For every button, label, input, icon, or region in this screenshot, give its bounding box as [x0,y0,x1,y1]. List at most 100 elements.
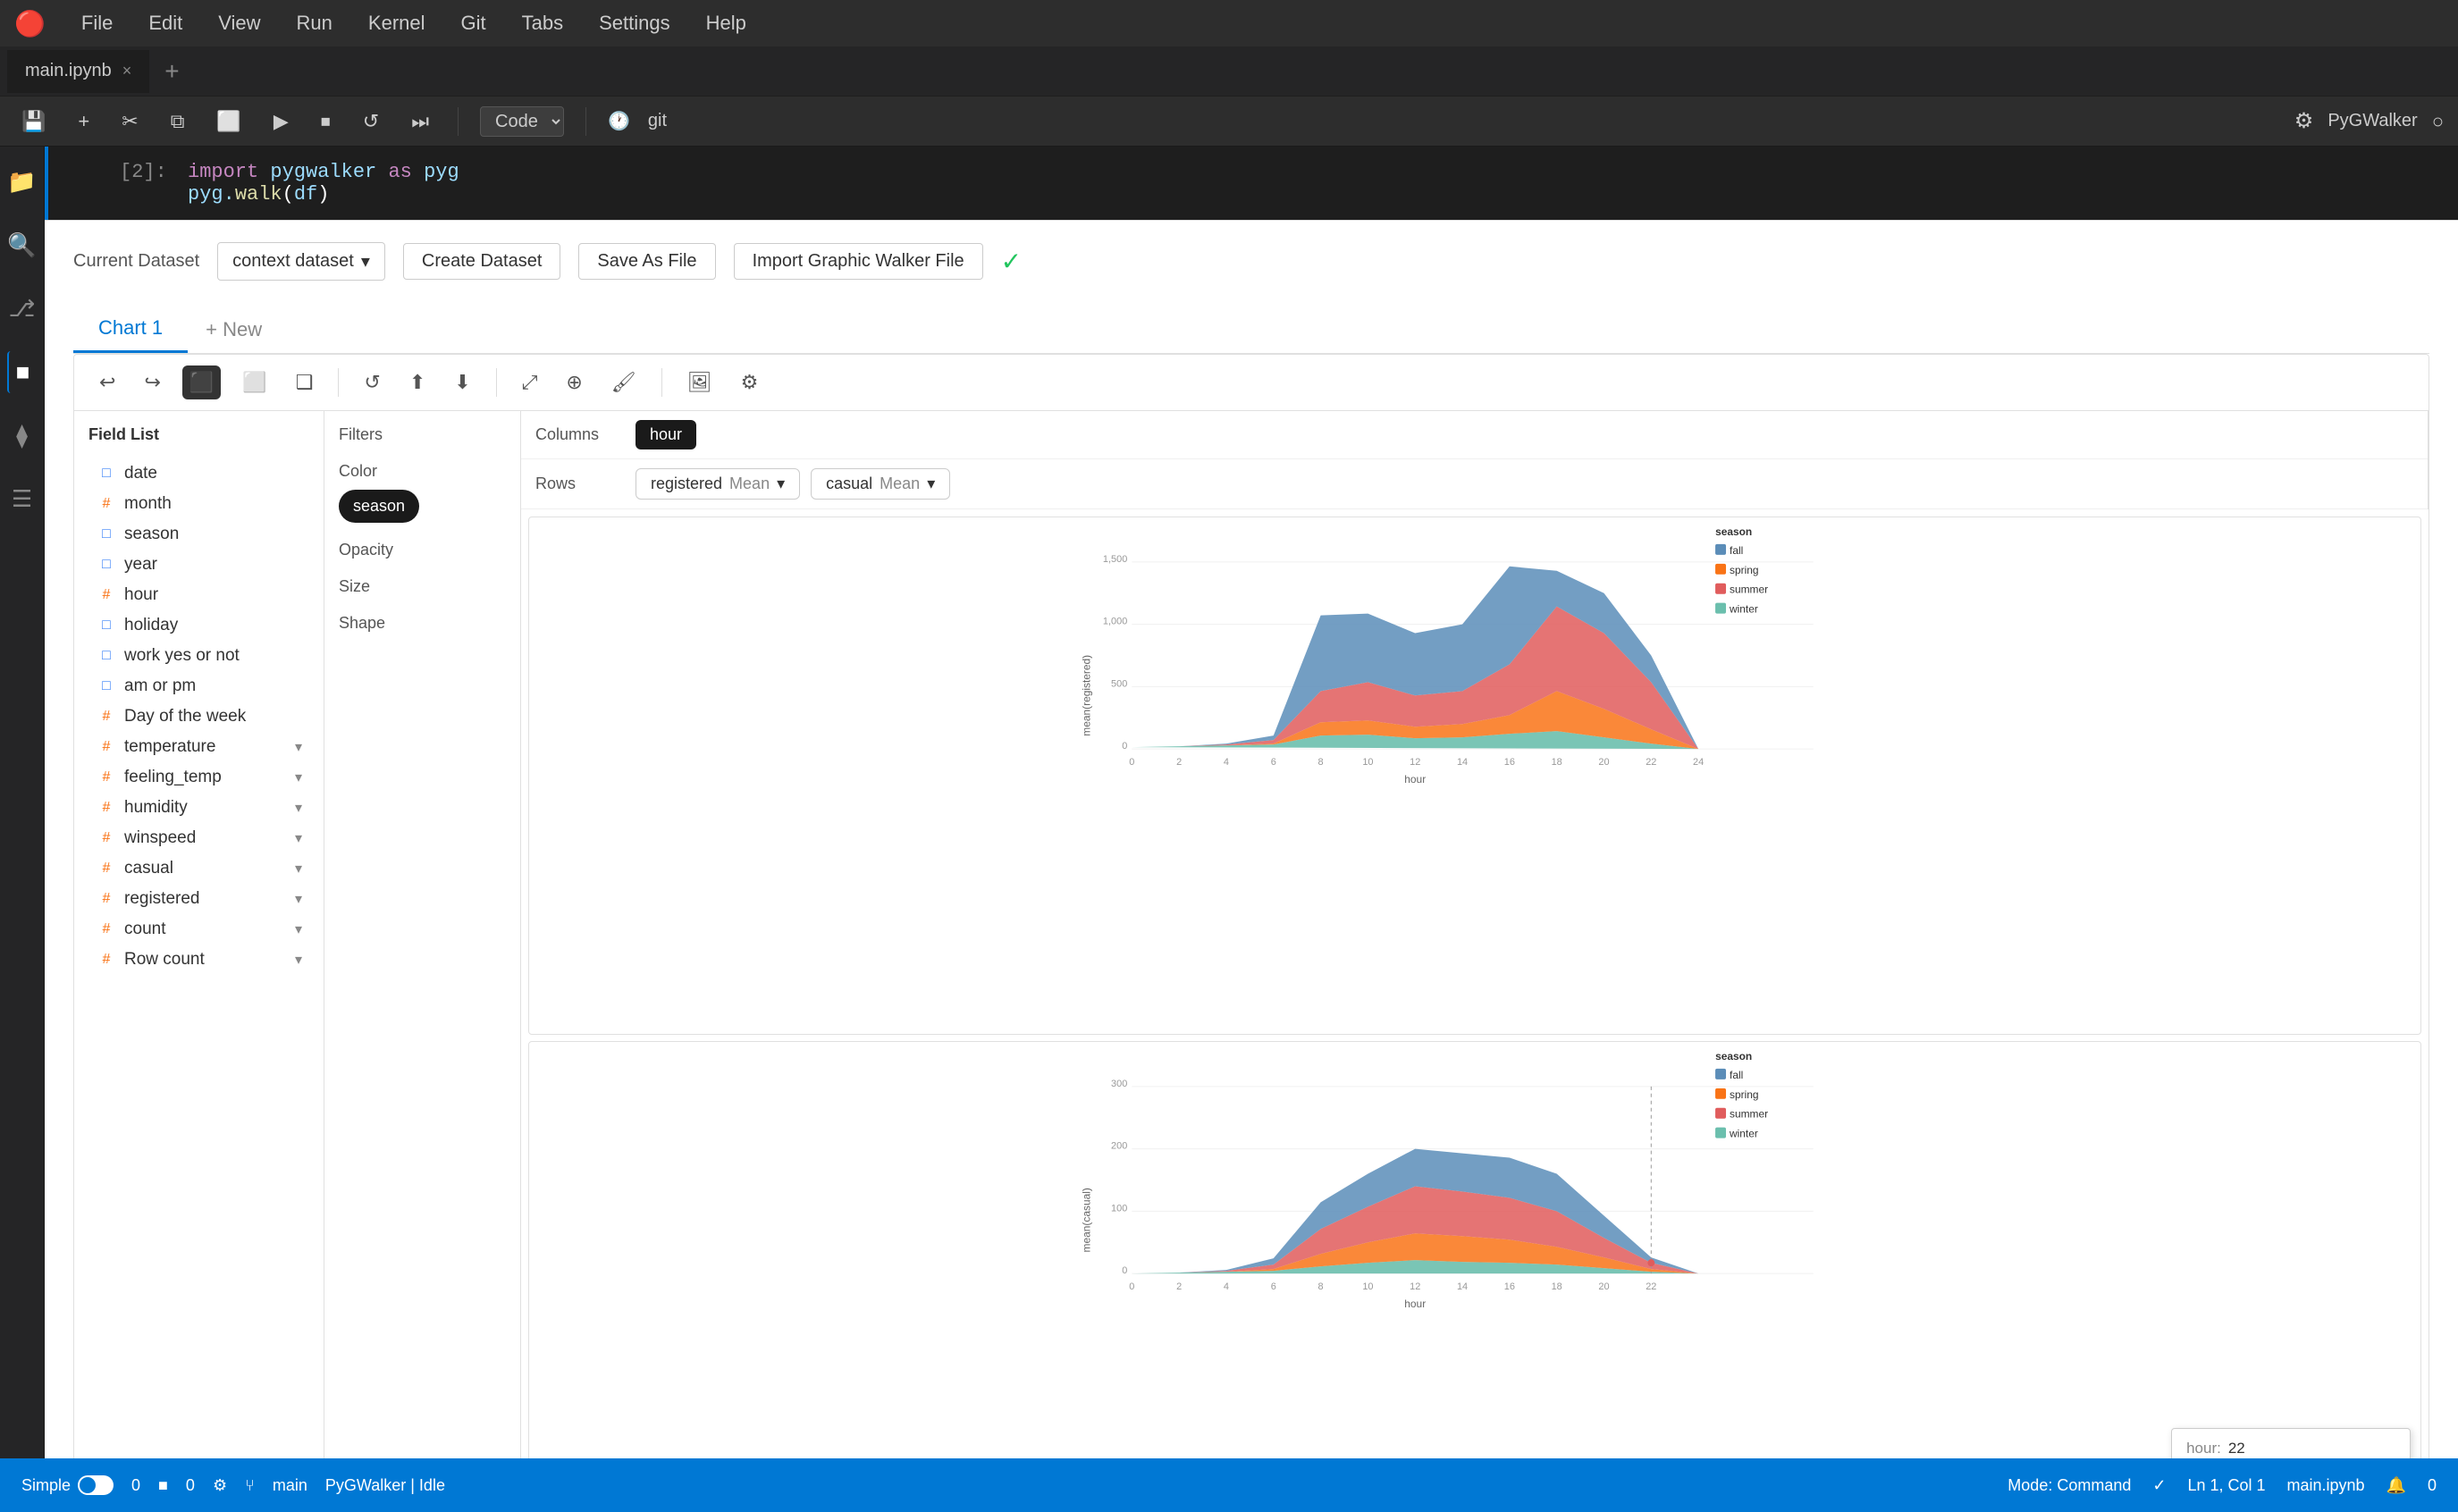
import-graphic-walker-button[interactable]: Import Graphic Walker File [734,243,983,280]
extensions-icon[interactable]: ⧫ [9,415,35,457]
pygwalker-icon: ○ [2432,110,2444,133]
add-cell-button[interactable]: + [71,106,97,137]
layers-button[interactable]: ❑ [289,365,321,399]
field-winspeed[interactable]: # winspeed ▾ [88,823,309,853]
restart-button[interactable]: ↺ [356,106,386,137]
cell-type-select[interactable]: Code [480,106,564,137]
size-label: Size [339,577,506,596]
expand-icon-count: ▾ [295,920,302,938]
svg-text:12: 12 [1410,1281,1420,1292]
field-humidity[interactable]: # humidity ▾ [88,793,309,823]
field-temperature[interactable]: # temperature ▾ [88,732,309,762]
field-work[interactable]: □ work yes or not [88,641,309,671]
notebook-toolbar: 💾 + ✂ ⧉ ⬜ ▶ ⏹ ↺ ⏭ Code 🕐 git ⚙ PyGWalker… [0,97,2458,147]
menu-settings[interactable]: Settings [592,8,678,38]
expand-icon-casual: ▾ [295,860,302,878]
menu-tabs[interactable]: Tabs [515,8,570,38]
toggle-switch[interactable] [78,1475,114,1495]
tab-close-button[interactable]: × [122,62,132,80]
field-casual[interactable]: # casual ▾ [88,853,309,884]
status-bar: Simple 0 ■ 0 ⚙ ⑂ main PyGWalker | Idle M… [0,1458,2458,1512]
run-button[interactable]: ▶ [266,106,296,137]
cut-button[interactable]: ✂ [114,106,145,137]
settings-icon[interactable]: ⚙ [2294,108,2314,134]
rows-row: Rows registered Mean ▾ casual Mean ▾ [521,459,2428,509]
menu-file[interactable]: File [74,8,120,38]
menu-kernel[interactable]: Kernel [361,8,433,38]
field-holiday[interactable]: □ holiday [88,610,309,641]
filters-label: Filters [339,425,506,444]
import-keyword: import [188,161,258,183]
field-year[interactable]: □ year [88,550,309,580]
refresh-button[interactable]: ↺ [357,365,387,399]
settings-button[interactable]: ⚙ [734,365,766,399]
new-tab-button[interactable]: + [150,50,193,93]
pyg-ref: pyg. [188,183,235,206]
new-chart-tab-button[interactable]: + New [188,307,280,352]
run-all-button[interactable]: ⏭ [404,106,436,137]
rows-registered-pill[interactable]: registered Mean ▾ [636,468,800,500]
dataset-select-value: context dataset [232,251,354,272]
files-icon[interactable]: 📁 [0,161,43,203]
toolbar-right: ⚙ PyGWalker ○ [2294,108,2444,134]
field-ampm[interactable]: □ am or pm [88,671,309,701]
status-n1: 0 [186,1476,195,1495]
field-month[interactable]: # month [88,489,309,519]
schema-area: Columns hour Rows registered Mean ▾ [521,411,2429,509]
search-icon[interactable]: 🔍 [0,224,43,266]
branch-icon: ⑂ [245,1476,255,1495]
field-registered[interactable]: # registered ▾ [88,884,309,914]
paste-button[interactable]: ⬜ [209,106,248,137]
chart-svg-top: mean(registered) 1,500 1,000 500 0 [528,517,2421,1035]
svg-text:1,000: 1,000 [1103,617,1127,627]
data-view-button[interactable]: ⬜ [235,365,274,399]
interact-button[interactable]: ⊕ [559,365,589,399]
simple-mode-toggle[interactable]: Simple [21,1475,114,1495]
cell-label: [2]: [120,161,173,206]
field-season[interactable]: □ season [88,519,309,550]
field-date-label: date [124,464,157,483]
stop-button[interactable]: ⏹ [314,106,338,137]
undo-button[interactable]: ↩ [92,365,122,399]
copy-button[interactable]: ⧉ [164,106,192,137]
field-feeling-temp[interactable]: # feeling_temp ▾ [88,762,309,793]
field-hour[interactable]: # hour [88,580,309,610]
filter-down-button[interactable]: ⬇ [447,365,477,399]
df-arg: df [294,183,317,206]
field-dow-label: Day of the week [124,707,246,727]
dimension-icon-season: □ [96,526,117,542]
redo-button[interactable]: ↪ [137,365,167,399]
menu-run[interactable]: Run [290,8,340,38]
chart-view-button[interactable]: ⬛ [182,365,221,399]
cell-code-content: [2]: import pygwalker as pyg pyg.walk(df… [48,147,2458,220]
save-button[interactable]: 💾 [14,106,53,137]
brush-button[interactable]: 🖌 [604,365,644,399]
dataset-select[interactable]: context dataset ▾ [217,242,385,281]
measure-icon-humidity: # [96,800,117,816]
git-icon[interactable]: ⎇ [2,288,43,330]
save-as-file-button[interactable]: Save As File [578,243,715,280]
create-dataset-button[interactable]: Create Dataset [403,243,561,280]
menu-git[interactable]: Git [454,8,493,38]
field-rowcount[interactable]: # Row count ▾ [88,945,309,975]
main-tab[interactable]: main.ipynb × [7,50,150,93]
filter-up-button[interactable]: ⬆ [402,365,433,399]
field-count[interactable]: # count ▾ [88,914,309,945]
svg-text:hour: hour [1404,1298,1426,1310]
columns-value-pill[interactable]: hour [636,420,696,449]
chart-tab-1[interactable]: Chart 1 [73,306,188,353]
kernel-icon[interactable]: ■ [7,351,38,393]
color-value-pill[interactable]: season [339,490,419,523]
image-button[interactable]: 🖼 [680,365,720,399]
menu-edit[interactable]: Edit [141,8,189,38]
expand-button[interactable]: ⤢ [515,365,545,399]
menu-view[interactable]: View [211,8,267,38]
check-icon-status: ✓ [2152,1476,2166,1495]
tooltip-hour-label: hour: [2186,1440,2221,1457]
rows-casual-pill[interactable]: casual Mean ▾ [811,468,950,500]
field-holiday-label: holiday [124,616,178,635]
field-date[interactable]: □ date [88,458,309,489]
menu-icon[interactable]: ☰ [4,478,39,520]
field-dow[interactable]: # Day of the week [88,701,309,732]
menu-help[interactable]: Help [699,8,753,38]
